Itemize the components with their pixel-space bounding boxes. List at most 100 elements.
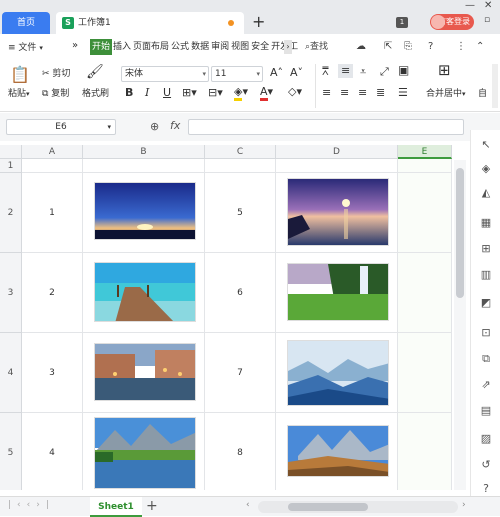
restore-icon[interactable]: ▫ — [484, 14, 490, 26]
tab-home[interactable]: 首页 — [2, 12, 50, 34]
tab-security[interactable]: 安全 — [250, 39, 270, 55]
image-misty-mountains[interactable] — [287, 340, 389, 406]
merge-center-button[interactable]: 合并居中▾ — [426, 88, 466, 100]
paste-icon[interactable]: 📋 — [10, 66, 30, 84]
cell-a2[interactable]: 1 — [22, 173, 83, 253]
horizontal-scroll-thumb[interactable] — [288, 503, 368, 511]
vertical-scrollbar[interactable] — [454, 160, 466, 490]
align-right-icon[interactable]: ≡ — [358, 87, 367, 99]
fill-color-icon[interactable]: ◈▾ — [234, 85, 248, 101]
cut-button[interactable]: ✂ 剪切 — [42, 68, 70, 80]
more-options-icon[interactable]: ⋮ — [456, 40, 466, 54]
italic-button[interactable]: I — [145, 87, 149, 99]
apps-icon[interactable]: ⊞ — [479, 242, 493, 256]
cell-d1[interactable] — [276, 159, 398, 173]
paste-button[interactable]: 粘贴▾ — [8, 88, 30, 100]
image-sea-sunset[interactable] — [287, 178, 389, 246]
tab-review[interactable]: 审阅 — [210, 39, 230, 55]
shapes-icon[interactable]: ◈ — [479, 162, 493, 176]
bold-button[interactable]: B — [125, 87, 133, 99]
window-count-badge[interactable]: 1 — [396, 17, 408, 28]
file-menu[interactable]: ≡ 文件 ▾ — [8, 40, 43, 53]
justify-icon[interactable]: ≣ — [376, 87, 385, 99]
chart-icon[interactable]: ▥ — [479, 268, 493, 282]
minimize-icon[interactable]: — — [465, 0, 475, 12]
zoom-icon[interactable]: ⊕ — [150, 120, 159, 133]
ribbon-scroll[interactable] — [492, 64, 498, 108]
row-header-5[interactable]: 5 — [0, 413, 22, 490]
cell-c1[interactable] — [205, 159, 276, 173]
format-painter-icon[interactable]: 🖌 — [86, 65, 104, 79]
align-top-icon[interactable]: ⩞ — [322, 66, 329, 78]
help-circle-icon[interactable]: ? — [479, 482, 493, 496]
row-header-3[interactable]: 3 — [0, 253, 22, 333]
auto-wrap-button[interactable]: 自 — [478, 88, 487, 100]
cell-a3[interactable]: 2 — [22, 253, 83, 333]
copy-button[interactable]: ⧉ 复制 — [42, 88, 69, 100]
sheet-tab-sheet1[interactable]: Sheet1 — [90, 497, 142, 517]
image-beach-pier[interactable] — [94, 262, 196, 322]
align-left-icon[interactable]: ≡ — [322, 87, 331, 99]
wrap-text-icon[interactable]: ▣ — [398, 64, 409, 76]
align-center-icon[interactable]: ≡ — [340, 87, 349, 99]
style-icon[interactable]: ◭ — [479, 186, 493, 200]
image-sunset-sky[interactable] — [94, 182, 196, 240]
align-bottom-icon[interactable]: ⩡ — [360, 66, 366, 78]
cell-e4[interactable] — [398, 333, 452, 413]
share-icon[interactable]: ⇱ — [384, 40, 392, 54]
docs-icon[interactable]: ⧉ — [479, 352, 493, 366]
new-tab-button[interactable]: + — [252, 12, 265, 32]
cell-e1[interactable] — [398, 159, 452, 173]
tab-start[interactable]: 开始 — [90, 39, 113, 55]
horizontal-scrollbar[interactable] — [258, 501, 458, 513]
cell-c3[interactable]: 6 — [205, 253, 276, 333]
column-header-e[interactable]: E — [398, 145, 452, 159]
cell-a1[interactable] — [22, 159, 83, 173]
column-header-c[interactable]: C — [205, 145, 276, 159]
column-header-d[interactable]: D — [276, 145, 398, 159]
vertical-scroll-thumb[interactable] — [456, 168, 464, 298]
fx-icon[interactable]: fx — [170, 119, 180, 132]
search-button[interactable]: ⌕查找 — [305, 40, 328, 54]
tab-data[interactable]: 数据 — [190, 39, 210, 55]
close-icon[interactable]: ✕ — [484, 0, 492, 12]
cell-a4[interactable]: 3 — [22, 333, 83, 413]
image-mountain-lake[interactable] — [94, 417, 196, 489]
formula-input[interactable] — [188, 119, 464, 135]
format-painter-button[interactable]: 格式刷 — [82, 88, 109, 100]
row-header-4[interactable]: 4 — [0, 333, 22, 413]
visitor-login-button[interactable]: 访客登录 — [430, 14, 474, 30]
image-waterfall[interactable] — [287, 263, 389, 321]
clear-format-icon[interactable]: ◇▾ — [288, 86, 302, 98]
cell-e5[interactable] — [398, 413, 452, 490]
more-menus-icon[interactable]: » — [72, 40, 78, 51]
select-all-corner[interactable] — [0, 145, 22, 159]
underline-button[interactable]: U — [163, 87, 171, 99]
tab-view[interactable]: 视图 — [230, 39, 250, 55]
cloud-icon[interactable]: ☁ — [356, 40, 366, 54]
column-header-a[interactable]: A — [22, 145, 83, 159]
image-venice-evening[interactable] — [94, 343, 196, 401]
scroll-right-icon[interactable]: › — [462, 500, 466, 510]
add-sheet-button[interactable]: + — [146, 498, 158, 514]
tab-page-layout[interactable]: 页面布局 — [132, 39, 170, 55]
export-icon[interactable]: ⎘ — [404, 40, 412, 54]
tab-insert[interactable]: 插入 — [112, 39, 132, 55]
tab-formulas[interactable]: 公式 — [170, 39, 190, 55]
font-size-select[interactable]: 11 ▾ — [211, 66, 263, 82]
increase-font-icon[interactable]: A˄ — [270, 67, 283, 79]
table-icon[interactable]: ▦ — [479, 216, 493, 230]
scroll-left-icon[interactable]: ‹ — [246, 500, 250, 510]
font-name-select[interactable]: 宋体 ▾ — [121, 66, 209, 82]
merge-center-icon[interactable]: ⊞ — [438, 63, 451, 78]
cell-a5[interactable]: 4 — [22, 413, 83, 490]
save-cloud-icon[interactable]: ⊡ — [479, 326, 493, 340]
select-cursor-icon[interactable]: ↖ — [479, 138, 493, 152]
row-header-1[interactable]: 1 — [0, 159, 22, 173]
cell-e2[interactable] — [398, 173, 452, 253]
row-header-2[interactable]: 2 — [0, 173, 22, 253]
cell-c4[interactable]: 7 — [205, 333, 276, 413]
scroll-tabs-right-icon[interactable]: › — [284, 40, 292, 54]
cell-e3[interactable] — [398, 253, 452, 333]
orientation-icon[interactable]: ⤢ — [380, 66, 389, 78]
